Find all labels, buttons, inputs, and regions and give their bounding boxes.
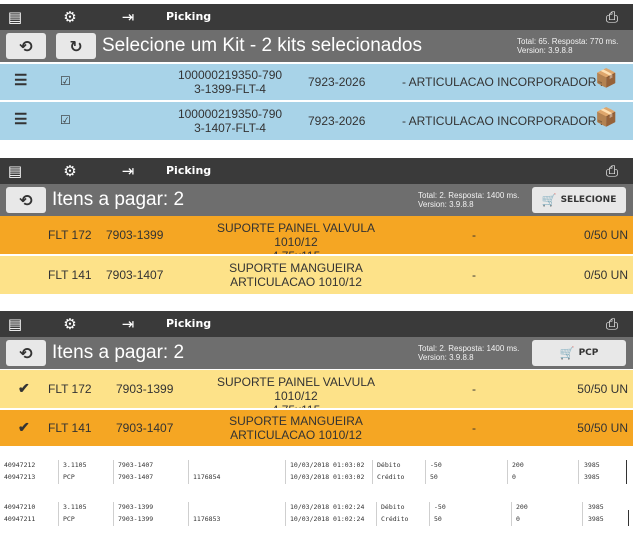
quantity: 50/50 UN xyxy=(577,382,628,396)
back-button[interactable]: ⟲ xyxy=(6,33,46,59)
logout-icon[interactable]: ⇥ xyxy=(118,161,138,181)
pick-item-row[interactable]: FLT 172 7903-1399 SUPORTE PAINEL VALVULA… xyxy=(0,216,633,263)
cart-icon: 🛒 xyxy=(559,346,575,360)
status-meta: Total: 2. Resposta: 1400 ms. Version: 3.… xyxy=(418,191,520,209)
checkbox-icon[interactable]: ☑ xyxy=(60,74,71,88)
app-title: Picking xyxy=(166,317,212,330)
pcp-button[interactable]: 🛒 PCP xyxy=(532,340,626,366)
pick-item-row[interactable]: ✔ FLT 172 7903-1399 SUPORTE PAINEL VALVU… xyxy=(0,370,633,417)
kit-row[interactable]: ☰ ☑ 100000219350-790 3-1399-FLT-4 7923-20… xyxy=(0,64,633,100)
app-toolbar: ▤ ⚙ ⇥ Picking ⎙ xyxy=(0,4,633,30)
printer-icon[interactable]: ⎙ xyxy=(602,7,622,27)
box-icon: 📦 xyxy=(595,107,618,127)
printer-icon[interactable]: ⎙ xyxy=(602,161,622,181)
dash-placeholder: - xyxy=(472,421,476,435)
table-row: 40947211 PCP 7903-1399 1176853 10/03/201… xyxy=(4,515,604,523)
gear-icon[interactable]: ⚙ xyxy=(60,314,80,334)
list-icon[interactable]: ☰ xyxy=(14,73,27,88)
pick-item-row[interactable]: FLT 141 7903-1407 SUPORTE MANGUEIRA ARTIC… xyxy=(0,256,633,294)
gear-icon[interactable]: ⚙ xyxy=(60,7,80,27)
app-title: Picking xyxy=(166,10,212,23)
printer-icon[interactable]: ⎙ xyxy=(602,314,622,334)
status-meta: Total: 2. Resposta: 1400 ms. Version: 3.… xyxy=(418,344,520,362)
items-header-bar: ⟲ Itens a pagar: 2 Total: 2. Resposta: 1… xyxy=(0,184,633,216)
kit-code: 100000219350-790 3-1407-FLT-4 xyxy=(177,107,283,135)
part-number: 7903-1399 xyxy=(116,382,174,396)
kit-header-bar: ⟲ ↻ Selecione um Kit - 2 kits selecionad… xyxy=(0,30,633,62)
dash-placeholder: - xyxy=(472,382,476,396)
part-number: 7903-1407 xyxy=(116,421,174,435)
flt-code: FLT 141 xyxy=(48,421,92,435)
menu-icon[interactable]: ▤ xyxy=(5,314,25,334)
dash-placeholder: - xyxy=(472,228,476,242)
pick-item-row[interactable]: ✔ FLT 141 7903-1407 SUPORTE MANGUEIRA ART… xyxy=(0,410,633,446)
page-title: Itens a pagar: 2 xyxy=(52,342,185,363)
logout-icon[interactable]: ⇥ xyxy=(118,7,138,27)
movement-log-2: 40947210 3.1105 7903-1399 10/03/2018 01:… xyxy=(0,502,633,528)
app-toolbar: ▤ ⚙ ⇥ Picking ⎙ xyxy=(0,311,633,337)
kit-code: 100000219350-790 3-1399-FLT-4 xyxy=(177,68,283,96)
flt-code: FLT 172 xyxy=(48,228,92,242)
list-icon[interactable]: ☰ xyxy=(14,112,27,127)
gear-icon[interactable]: ⚙ xyxy=(60,161,80,181)
item-description: - ARTICULACAO INCORPORADOR I xyxy=(402,75,604,89)
menu-icon[interactable]: ▤ xyxy=(5,7,25,27)
check-icon: ✔ xyxy=(18,419,30,435)
back-button[interactable]: ⟲ xyxy=(6,187,46,213)
part-number: 7923-2026 xyxy=(308,114,366,128)
page-title: Itens a pagar: 2 xyxy=(52,189,185,210)
app-toolbar: ▤ ⚙ ⇥ Picking ⎙ xyxy=(0,158,633,184)
app-title: Picking xyxy=(166,164,212,177)
dash-placeholder: - xyxy=(472,268,476,282)
menu-icon[interactable]: ▤ xyxy=(5,161,25,181)
movement-log-1: 40947212 3.1105 7903-1407 10/03/2018 01:… xyxy=(0,460,633,486)
item-description: SUPORTE MANGUEIRA ARTICULACAO 1010/12 xyxy=(229,414,363,442)
table-row: 40947212 3.1105 7903-1407 10/03/2018 01:… xyxy=(4,461,600,469)
flt-code: FLT 141 xyxy=(48,268,92,282)
item-description: SUPORTE MANGUEIRA ARTICULACAO 1010/12 xyxy=(229,261,363,289)
quantity: 0/50 UN xyxy=(583,228,628,242)
item-description: - ARTICULACAO INCORPORADOR I xyxy=(402,114,604,128)
part-number: 7903-1399 xyxy=(106,228,164,242)
back-button[interactable]: ⟲ xyxy=(6,340,46,366)
check-icon: ✔ xyxy=(18,380,30,396)
kit-row[interactable]: ☰ ☑ 100000219350-790 3-1407-FLT-4 7923-20… xyxy=(0,102,633,140)
refresh-button[interactable]: ↻ xyxy=(56,33,96,59)
part-number: 7923-2026 xyxy=(308,75,366,89)
select-button[interactable]: 🛒 SELECIONE xyxy=(532,187,626,213)
page-title: Selecione um Kit - 2 kits selecionados xyxy=(102,35,422,56)
logout-icon[interactable]: ⇥ xyxy=(118,314,138,334)
table-row: 40947210 3.1105 7903-1399 10/03/2018 01:… xyxy=(4,503,604,511)
part-number: 7903-1407 xyxy=(106,268,164,282)
box-icon: 📦 xyxy=(595,68,618,88)
quantity: 0/50 UN xyxy=(583,268,628,282)
cart-icon: 🛒 xyxy=(541,193,557,207)
flt-code: FLT 172 xyxy=(48,382,92,396)
items-header-bar: ⟲ Itens a pagar: 2 Total: 2. Resposta: 1… xyxy=(0,337,633,369)
checkbox-icon[interactable]: ☑ xyxy=(60,113,71,127)
quantity: 50/50 UN xyxy=(577,421,628,435)
table-row: 40947213 PCP 7903-1407 1176854 10/03/201… xyxy=(4,473,600,481)
status-meta: Total: 65. Resposta: 770 ms. Version: 3.… xyxy=(517,37,619,55)
